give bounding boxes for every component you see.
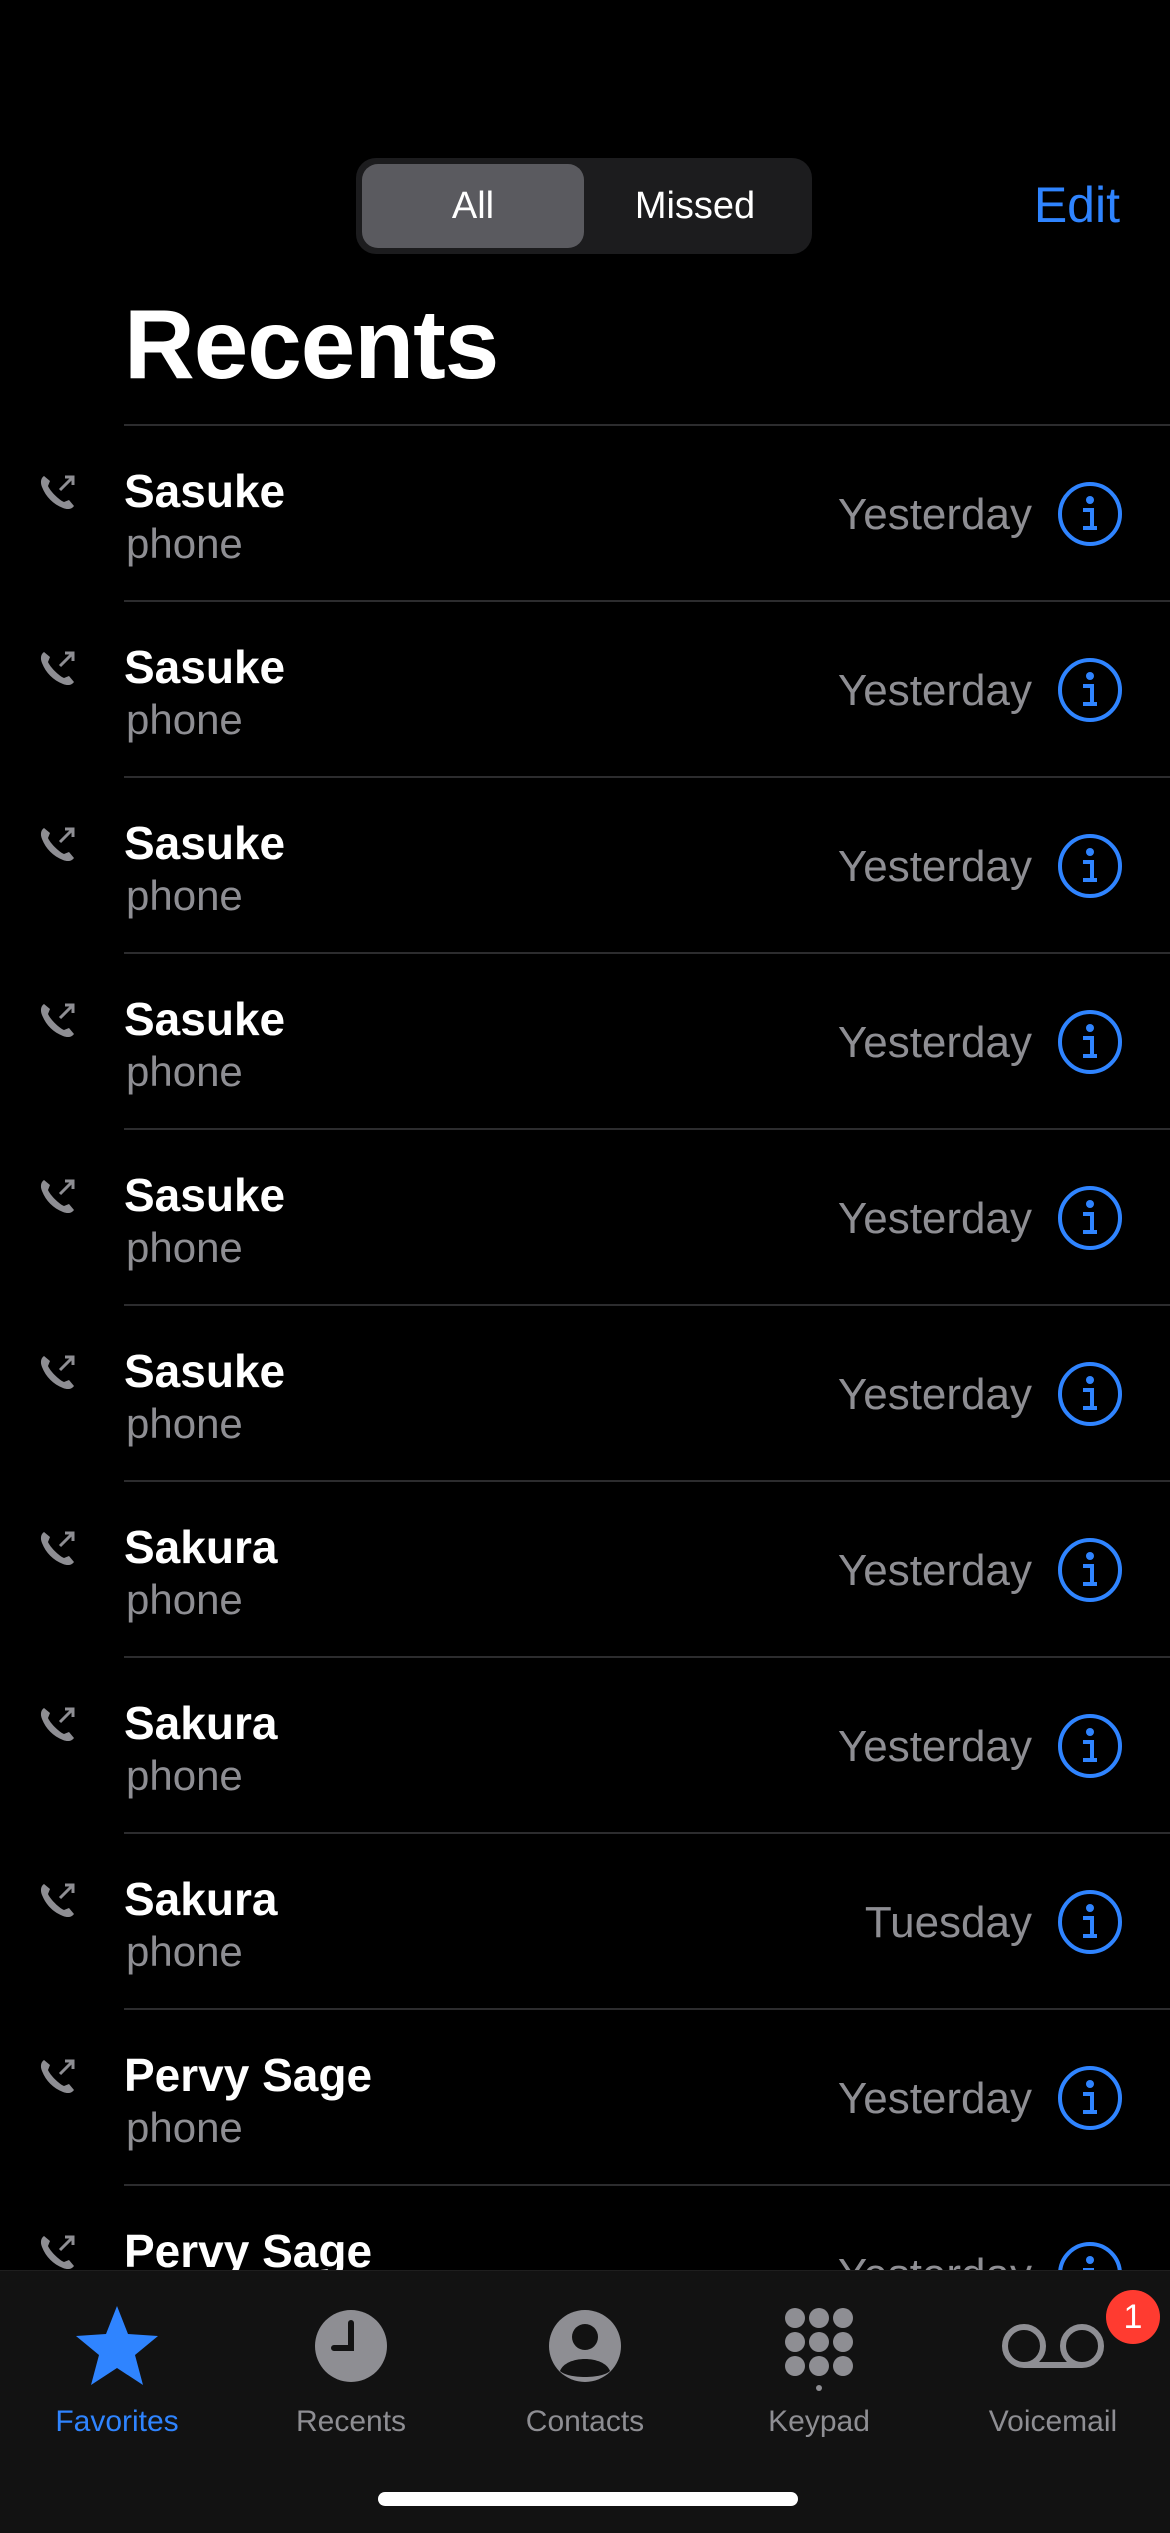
call-row[interactable]: Sasuke phone Yesterday (40, 1306, 1170, 1482)
voicemail-badge: 1 (1106, 2290, 1160, 2344)
outgoing-call-icon (40, 1179, 75, 1214)
call-time: Yesterday (837, 2074, 1032, 2123)
call-row[interactable]: Sakura phone Yesterday (40, 1658, 1170, 1834)
contact-name: Sakura (124, 1521, 278, 1573)
call-row[interactable]: Sakura phone Yesterday (40, 1482, 1170, 1658)
call-type-label: phone (126, 696, 243, 743)
contact-name: Sasuke (124, 1169, 286, 1221)
call-filter-segmented-control: All Missed (356, 158, 812, 254)
outgoing-call-icon (40, 1883, 75, 1918)
call-row[interactable]: Sasuke phone Yesterday (40, 426, 1170, 602)
outgoing-call-icon (40, 1355, 75, 1390)
tab-label: Favorites (55, 2405, 179, 2438)
star-icon (76, 2306, 158, 2385)
call-type-label: phone (126, 2104, 243, 2151)
segment-all[interactable]: All (362, 164, 584, 248)
contact-name: Sakura (124, 1873, 278, 1925)
outgoing-call-icon (40, 2059, 75, 2094)
call-type-label: phone (126, 1048, 243, 1095)
contact-name: Sasuke (124, 993, 286, 1045)
edit-button[interactable]: Edit (1034, 176, 1120, 234)
call-row[interactable]: Sasuke phone Yesterday (40, 1130, 1170, 1306)
call-row[interactable]: Sasuke phone Yesterday (40, 954, 1170, 1130)
call-row[interactable]: Sakura phone Tuesday (40, 1834, 1170, 2010)
info-icon[interactable] (1056, 480, 1124, 548)
tab-recents[interactable]: Recents (234, 2301, 468, 2439)
home-indicator (378, 2492, 798, 2506)
info-icon[interactable] (1056, 2064, 1124, 2132)
outgoing-call-icon (40, 2235, 75, 2270)
tab-label: Voicemail (988, 2405, 1118, 2438)
person-circle-icon (549, 2310, 621, 2382)
call-time: Tuesday (864, 1898, 1032, 1947)
info-icon[interactable] (1056, 1536, 1124, 1604)
page-title: Recents (124, 289, 499, 399)
call-time: Yesterday (837, 1370, 1032, 1419)
outgoing-call-icon (40, 1707, 75, 1742)
contact-name: Sasuke (124, 1345, 286, 1397)
segment-missed[interactable]: Missed (584, 164, 806, 248)
call-time: Yesterday (837, 1546, 1032, 1595)
call-time: Yesterday (837, 666, 1032, 715)
contact-name: Sasuke (124, 817, 286, 869)
call-type-label: phone (126, 1400, 243, 1447)
tab-contacts[interactable]: Contacts (468, 2301, 702, 2439)
info-icon[interactable] (1056, 1888, 1124, 1956)
info-icon[interactable] (1056, 656, 1124, 724)
call-row[interactable]: Sasuke phone Yesterday (40, 778, 1170, 954)
keypad-icon (785, 2308, 853, 2391)
call-time: Yesterday (837, 842, 1032, 891)
call-type-label: phone (126, 872, 243, 919)
call-time: Yesterday (837, 1194, 1032, 1243)
contact-name: Sakura (124, 1697, 278, 1749)
call-time: Yesterday (837, 490, 1032, 539)
call-type-label: phone (126, 520, 243, 567)
outgoing-call-icon (40, 475, 75, 510)
call-row[interactable]: Pervy Sage phone Yesterday (40, 2010, 1170, 2186)
info-icon[interactable] (1056, 1184, 1124, 1252)
tab-label: Keypad (768, 2405, 870, 2438)
contact-name: Pervy Sage (124, 2049, 373, 2101)
tab-label: Contacts (525, 2405, 645, 2438)
call-row[interactable]: Sasuke phone Yesterday (40, 602, 1170, 778)
outgoing-call-icon (40, 1531, 75, 1566)
contact-name: Sasuke (124, 641, 286, 693)
call-time: Yesterday (837, 1018, 1032, 1067)
call-time: Yesterday (837, 1722, 1032, 1771)
voicemail-icon (1002, 2324, 1104, 2368)
recents-list: Sasuke phone Yesterday Sasuke phone Yest… (0, 426, 1170, 2362)
clock-icon (315, 2310, 387, 2382)
info-icon[interactable] (1056, 832, 1124, 900)
tab-keypad[interactable]: Keypad (702, 2301, 936, 2439)
outgoing-call-icon (40, 651, 75, 686)
info-icon[interactable] (1056, 1008, 1124, 1076)
call-type-label: phone (126, 1752, 243, 1799)
info-icon[interactable] (1056, 1360, 1124, 1428)
outgoing-call-icon (40, 1003, 75, 1038)
info-icon[interactable] (1056, 1712, 1124, 1780)
tab-favorites[interactable]: Favorites (0, 2301, 234, 2439)
outgoing-call-icon (40, 827, 75, 862)
call-type-label: phone (126, 1928, 243, 1975)
contact-name: Sasuke (124, 465, 286, 517)
call-type-label: phone (126, 1224, 243, 1271)
tab-label: Recents (295, 2405, 407, 2438)
call-type-label: phone (126, 1576, 243, 1623)
